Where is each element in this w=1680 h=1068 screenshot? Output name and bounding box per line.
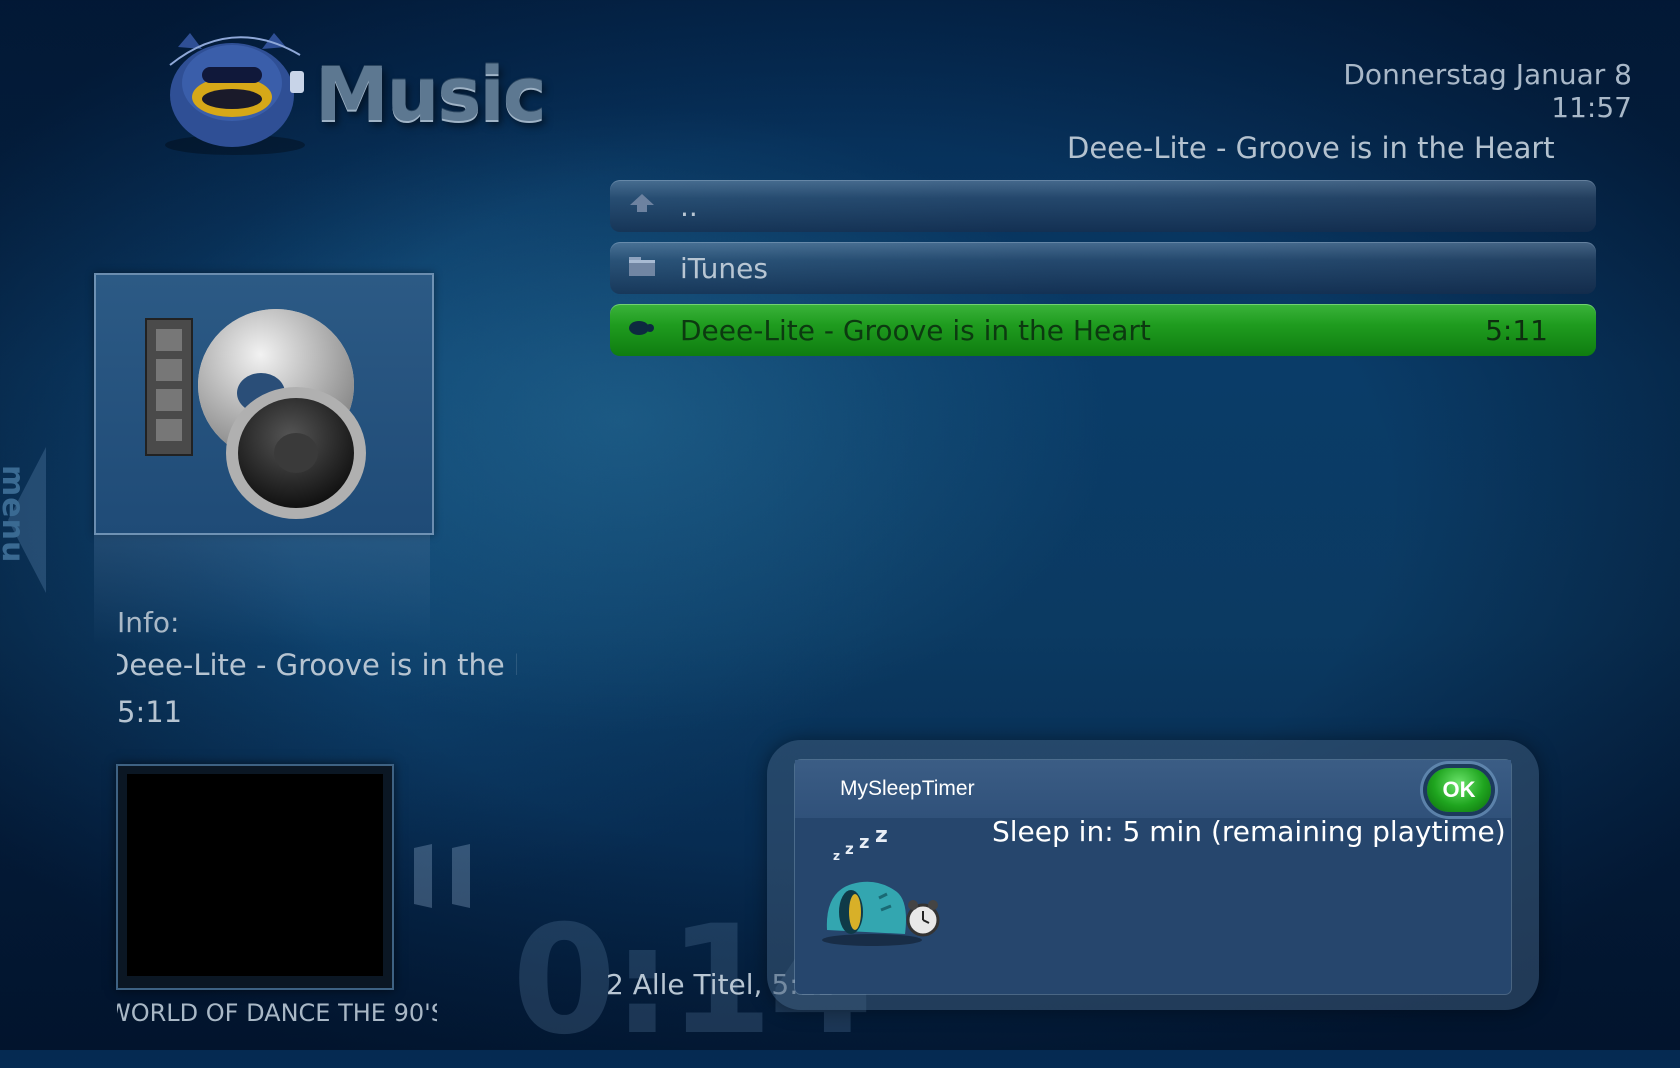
- ok-button-label: OK: [1442, 777, 1476, 802]
- pause-icon: [414, 844, 470, 908]
- list-item-parent-folder[interactable]: ..: [610, 180, 1596, 232]
- audio-file-icon: [629, 321, 654, 335]
- info-duration: 5:11: [117, 695, 183, 729]
- media-thumbnail: [94, 273, 434, 535]
- svg-text:z: z: [833, 849, 840, 863]
- list-item-itunes[interactable]: iTunes: [610, 242, 1596, 294]
- svg-text:z: z: [875, 823, 888, 848]
- video-preview[interactable]: [116, 764, 394, 990]
- list-item-selected-track[interactable]: Deee-Lite - Groove is in the Heart 5:11: [610, 304, 1596, 356]
- svg-text:z: z: [859, 832, 869, 853]
- music-media-icon: [145, 309, 366, 519]
- sleep-timer-dialog: MySleepTimer OK Sleep in: 5 min (remaini…: [795, 760, 1511, 994]
- ok-button[interactable]: OK: [1427, 768, 1491, 812]
- time-text: 11:57: [1551, 91, 1632, 124]
- folder-up-icon: [630, 194, 654, 212]
- video-surface: [127, 774, 383, 976]
- album-title: WORLD OF DANCE THE 90'S: [117, 999, 437, 1027]
- list-item-label: iTunes: [680, 252, 768, 285]
- sleeping-clock-icon: z z z z: [822, 823, 940, 946]
- list-item-label: Deee-Lite - Groove is in the Heart: [680, 314, 1151, 347]
- info-title-text: Deee-Lite - Groove is in the Heart: [117, 648, 517, 682]
- now-playing-title: Deee-Lite - Groove is in the Heart: [1067, 131, 1555, 165]
- svg-text:z: z: [845, 840, 854, 858]
- folder-icon: [629, 257, 655, 276]
- album-title-text: WORLD OF DANCE THE 90'S: [117, 999, 437, 1027]
- list-item-duration: 5:11: [1485, 314, 1548, 347]
- dialog-message: Sleep in: 5 min (remaining playtime): [992, 815, 1506, 848]
- dialog-header: MySleepTimer OK: [795, 760, 1511, 818]
- section-title: Music: [315, 52, 547, 138]
- list-item-label: ..: [680, 190, 698, 223]
- info-title: Deee-Lite - Groove is in the Heart: [117, 648, 517, 682]
- menu-tab-label[interactable]: menu: [0, 465, 30, 563]
- date-time: Donnerstag Januar 8 11:57: [1343, 58, 1632, 124]
- date-text: Donnerstag Januar 8: [1343, 58, 1632, 91]
- dialog-title: MySleepTimer: [840, 777, 975, 800]
- info-label: Info:: [117, 606, 180, 639]
